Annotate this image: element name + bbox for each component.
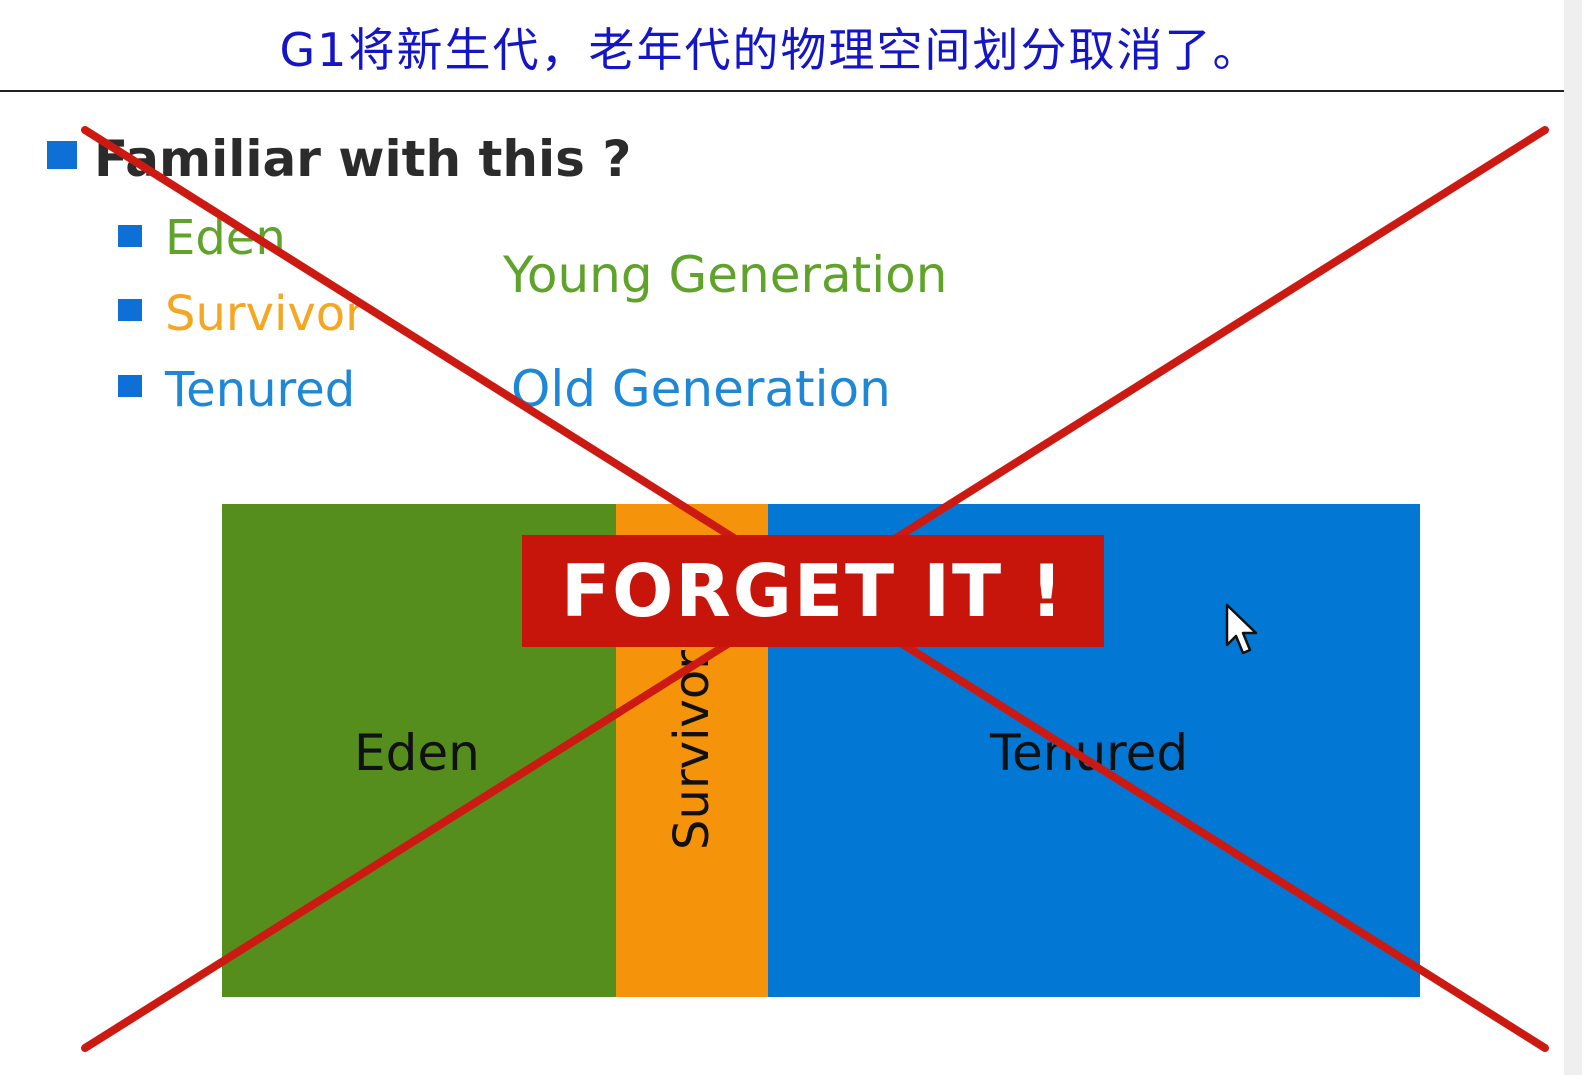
forget-it-text: FORGET IT ! (560, 549, 1066, 633)
mouse-pointer-icon (1225, 603, 1258, 655)
forget-it-stamp: FORGET IT ! (522, 535, 1104, 647)
